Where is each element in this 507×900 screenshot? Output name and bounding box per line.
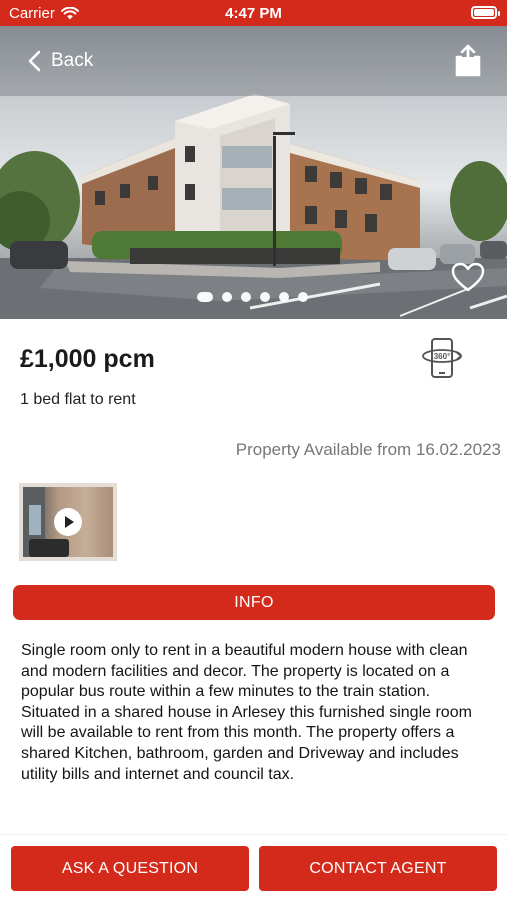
tab-info[interactable]: INFO <box>13 585 495 620</box>
carousel-indicator[interactable] <box>197 292 308 302</box>
svg-text:360°: 360° <box>434 352 451 361</box>
ask-question-button[interactable]: ASK A QUESTION <box>11 846 249 891</box>
back-button[interactable]: Back <box>28 50 93 72</box>
property-description: Single room only to rent in a beautiful … <box>21 642 472 783</box>
property-type: 1 bed flat to rent <box>20 391 136 408</box>
status-time: 4:47 PM <box>225 5 282 22</box>
video-preview-image <box>23 487 113 557</box>
back-label: Back <box>51 50 94 71</box>
carousel-dot[interactable] <box>197 292 213 302</box>
carousel-dot[interactable] <box>298 292 308 302</box>
carousel-dot[interactable] <box>241 292 251 302</box>
play-icon <box>54 508 82 536</box>
heart-outline-icon[interactable] <box>451 262 485 292</box>
chevron-left-icon <box>28 50 41 72</box>
contact-agent-button[interactable]: CONTACT AGENT <box>259 846 497 891</box>
listing-price: £1,000 pcm <box>20 345 155 373</box>
carousel-dot[interactable] <box>260 292 270 302</box>
availability-date: Property Available from 16.02.2023 <box>235 440 501 459</box>
video-thumbnail[interactable] <box>19 483 117 561</box>
carousel-dot[interactable] <box>279 292 289 302</box>
360-view-icon[interactable]: 360° <box>421 337 463 379</box>
status-bar: Carrier 4:47 PM <box>0 0 507 26</box>
carousel-dot[interactable] <box>222 292 232 302</box>
battery-icon <box>471 6 500 19</box>
property-image-gallery[interactable]: Back <box>0 26 507 319</box>
share-icon[interactable] <box>453 44 483 78</box>
